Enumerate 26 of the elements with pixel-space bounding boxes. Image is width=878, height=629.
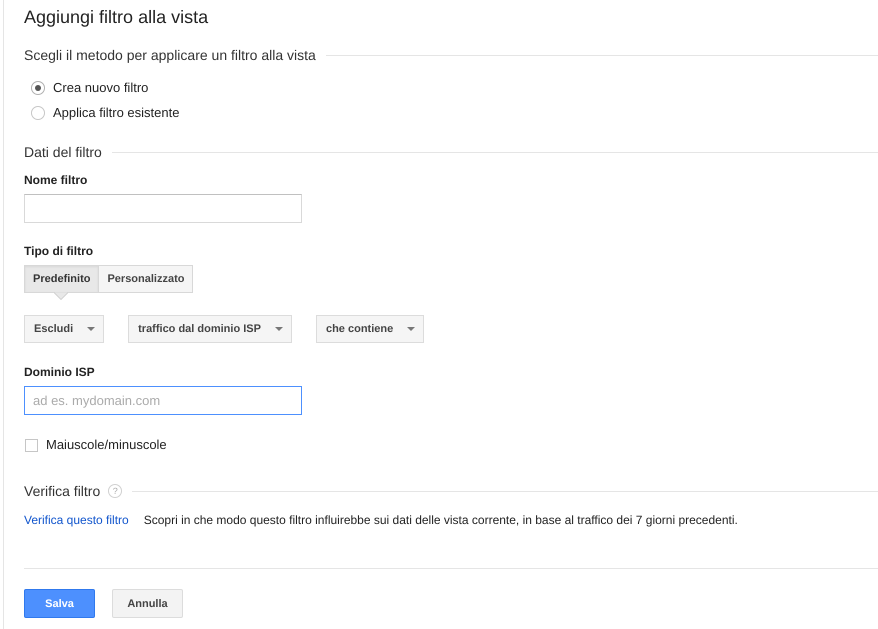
verify-description: Scopri in che modo questo filtro influirebbe sui dati delle vista corrente, in base al traffico dei 7 giorni precedenti. [144,512,738,528]
caret-icon [87,327,96,331]
input-field[interactable] [24,194,302,223]
verify-link[interactable]: Verifica questo filtro [24,512,129,528]
caret-icon [407,327,416,331]
field-label: Nome filtro [24,172,88,188]
field-label: Tipo di filtro [24,243,94,259]
section-heading: Scegli il metodo per applicare un filtro alla vista [24,46,316,64]
checkbox[interactable] [25,438,38,452]
caret-icon [274,327,283,331]
input-field[interactable]: ad es. mydomain.com [24,386,302,415]
radio-button[interactable] [31,106,45,120]
radio-button[interactable] [31,81,45,95]
page-title: Aggiungi filtro alla vista [24,6,208,28]
section-heading: Dati del filtro [24,143,102,161]
checkbox-label[interactable]: Maiuscole/minuscole [46,437,167,453]
field-label: Dominio ISP [24,364,95,380]
filter-type-tab[interactable]: Personalizzato [99,265,194,293]
dropdown[interactable]: Escludi [24,315,104,343]
section-heading: Verifica filtro [24,482,100,500]
tab-pointer-icon [54,292,68,300]
radio-label[interactable]: Applica filtro esistente [53,105,180,121]
cancel-button[interactable]: Annulla [112,589,183,618]
dropdown[interactable]: traffico dal dominio ISP [128,315,292,343]
radio-label[interactable]: Crea nuovo filtro [53,80,148,96]
dropdown[interactable]: che contiene [316,315,424,343]
